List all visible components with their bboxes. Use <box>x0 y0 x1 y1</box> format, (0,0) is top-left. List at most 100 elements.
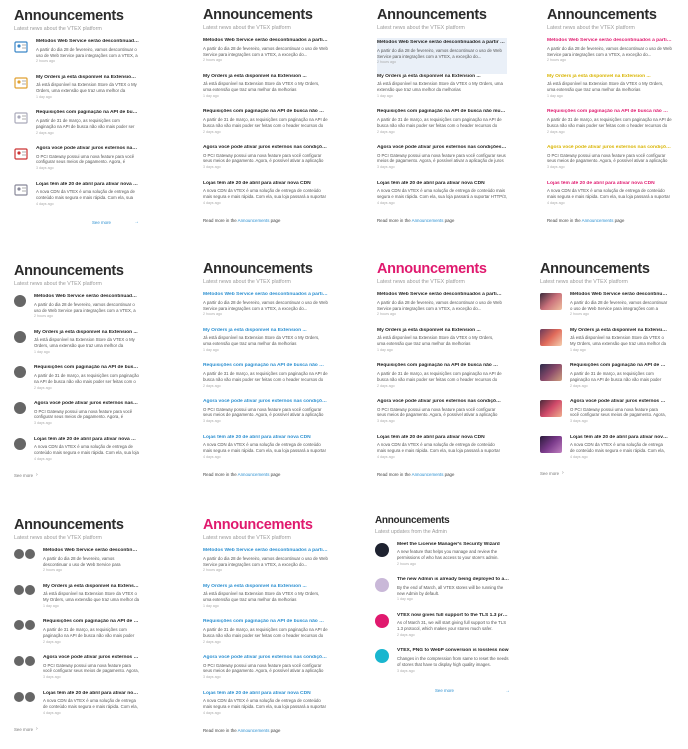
announcement-item[interactable]: Métodos Web Service serão descontinuados… <box>203 548 328 584</box>
announcement-item[interactable]: Lojas têm até 20 de abril para ativar no… <box>14 182 139 218</box>
announcement-item[interactable]: Lojas têm até 20 de abril para ativar no… <box>203 691 328 727</box>
announcement-title[interactable]: My Orders já está disponível na Extensio… <box>570 328 668 334</box>
announcement-item[interactable]: Requisições com paginação na API de busc… <box>14 365 139 401</box>
announcement-item[interactable]: My Orders já está disponível na Extensio… <box>203 584 328 620</box>
announcement-item[interactable]: Métodos Web Service serão descontinuados… <box>14 39 139 75</box>
announcement-item[interactable]: Agora você pode ativar juros externos na… <box>540 399 668 435</box>
announcement-title[interactable]: Agora você pode ativar juros externos na… <box>547 145 672 151</box>
announcement-item[interactable]: Lojas têm até 20 de abril para ativar no… <box>377 435 502 471</box>
announcement-title[interactable]: Métodos Web Service serão descontinuados… <box>36 39 139 45</box>
announcement-item[interactable]: My Orders já está disponível na Extensio… <box>203 328 328 364</box>
announcement-title[interactable]: Lojas têm até 20 de abril para ativar no… <box>547 181 672 187</box>
announcement-title[interactable]: My Orders já está disponível na Extensio… <box>547 74 672 80</box>
announcement-item[interactable]: Métodos Web Service serão descontinuados… <box>377 38 507 74</box>
announcement-title[interactable]: The new Admin is already being deployed … <box>397 577 510 583</box>
announcement-item[interactable]: My Orders já está disponível na Extensio… <box>203 74 328 110</box>
announcement-title[interactable]: Agora você pode ativar juros externos na… <box>34 401 139 407</box>
announcement-title[interactable]: Agora você pode ativar juros externos na… <box>377 145 507 151</box>
announcement-item[interactable]: Lojas têm até 20 de abril para ativar no… <box>14 691 139 727</box>
announcement-item[interactable]: Lojas têm até 20 de abril para ativar no… <box>14 437 139 473</box>
announcement-item[interactable]: Requisições com paginação na API de busc… <box>377 109 507 145</box>
announcement-item[interactable]: Requisições com paginação na API de busc… <box>203 363 328 399</box>
announcement-title[interactable]: Agora você pode ativar juros externos na… <box>203 655 328 661</box>
announcement-title[interactable]: Requisições com paginação na API de busc… <box>203 619 328 625</box>
announcement-title[interactable]: My Orders já está disponível na Extensio… <box>377 328 502 334</box>
announcement-item[interactable]: Requisições com paginação na API de busc… <box>14 619 139 655</box>
announcement-item[interactable]: Métodos Web Service serão descontinuados… <box>540 292 668 328</box>
announcement-item[interactable]: Requisições com paginação na API de busc… <box>540 363 668 399</box>
see-more-button[interactable]: See more › <box>540 470 668 476</box>
announcement-title[interactable]: Agora você pode ativar juros externos na… <box>43 655 139 661</box>
announcement-title[interactable]: Lojas têm até 20 de abril para ativar no… <box>36 182 139 188</box>
announcement-title[interactable]: Requisições com paginação na API de busc… <box>203 109 328 115</box>
see-more-button[interactable]: See more › <box>14 726 139 732</box>
announcement-title[interactable]: Requisições com paginação na API de busc… <box>547 109 672 115</box>
announcements-link[interactable]: Announcements <box>238 728 270 733</box>
announcement-title[interactable]: Métodos Web Service serão descontinuados… <box>570 292 668 298</box>
announcement-item[interactable]: Requisições com paginação na API de busc… <box>203 619 328 655</box>
announcement-item[interactable]: Lojas têm até 20 de abril para ativar no… <box>203 181 328 217</box>
announcement-item[interactable]: Requisições com paginação na API de busc… <box>14 110 139 146</box>
announcement-item[interactable]: Lojas têm até 20 de abril para ativar no… <box>377 181 507 217</box>
announcement-item[interactable]: VTEX, PNG to WebP conversion is lossless… <box>375 648 510 684</box>
announcement-item[interactable]: Agora você pode ativar juros externos na… <box>203 399 328 435</box>
announcement-title[interactable]: Meet the License Manager's Security Wiza… <box>397 542 510 548</box>
announcement-title[interactable]: Lojas têm até 20 de abril para ativar no… <box>203 691 328 697</box>
announcement-item[interactable]: My Orders já está disponível na Extensio… <box>377 74 507 110</box>
announcement-title[interactable]: Lojas têm até 20 de abril para ativar no… <box>34 437 139 443</box>
announcement-title[interactable]: Lojas têm até 20 de abril para ativar no… <box>377 435 502 441</box>
announcement-item[interactable]: Requisições com paginação na API de busc… <box>377 363 502 399</box>
announcement-item[interactable]: Lojas têm até 20 de abril para ativar no… <box>540 435 668 471</box>
announcement-item[interactable]: My Orders já está disponível na Extensio… <box>14 330 139 366</box>
announcement-title[interactable]: Requisições com paginação na API de busc… <box>570 363 668 369</box>
announcement-item[interactable]: Métodos Web Service serão descontinuados… <box>203 38 328 74</box>
see-more-button[interactable]: See more › <box>14 472 139 478</box>
announcement-item[interactable]: Métodos Web Service serão descontinuados… <box>377 292 502 328</box>
announcement-title[interactable]: Métodos Web Service serão descontinuados… <box>377 40 507 46</box>
announcement-item[interactable]: Lojas têm até 20 de abril para ativar no… <box>203 435 328 471</box>
announcement-title[interactable]: Lojas têm até 20 de abril para ativar no… <box>203 181 328 187</box>
announcement-item[interactable]: Lojas têm até 20 de abril para ativar no… <box>547 181 672 217</box>
announcement-item[interactable]: Agora você pode ativar juros externos na… <box>547 145 672 181</box>
announcement-title[interactable]: My Orders já está disponível na Extensio… <box>36 75 139 81</box>
announcement-item[interactable]: Agora você pode ativar juros externos na… <box>377 145 507 181</box>
see-more-button[interactable]: See more → <box>14 219 139 225</box>
announcement-item[interactable]: Requisições com paginação na API de busc… <box>203 109 328 145</box>
announcements-link[interactable]: Announcements <box>412 218 444 223</box>
announcement-item[interactable]: Agora você pode ativar juros externos na… <box>203 145 328 181</box>
announcements-link[interactable]: Announcements <box>412 472 444 477</box>
announcement-title[interactable]: Requisições com paginação na API de busc… <box>36 110 139 116</box>
announcement-title[interactable]: Métodos Web Service serão descontinuados… <box>203 292 328 298</box>
announcement-item[interactable]: Métodos Web Service serão descontinuados… <box>14 294 139 330</box>
announcement-item[interactable]: Agora você pode ativar juros externos na… <box>14 655 139 691</box>
announcement-title[interactable]: My Orders já está disponível na Extensio… <box>43 584 139 590</box>
announcement-item[interactable]: Agora você pode ativar juros externos na… <box>14 401 139 437</box>
announcement-title[interactable]: My Orders já está disponível na Extensio… <box>203 584 328 590</box>
announcement-item[interactable]: VTEX now gives full support to the TLS 1… <box>375 613 510 649</box>
announcement-title[interactable]: Agora você pode ativar juros externos na… <box>377 399 502 405</box>
announcement-title[interactable]: Lojas têm até 20 de abril para ativar no… <box>377 181 507 187</box>
announcement-title[interactable]: Requisições com paginação na API de busc… <box>43 619 139 625</box>
announcement-title[interactable]: Métodos Web Service serão descontinuados… <box>34 294 139 300</box>
announcement-title[interactable]: Requisições com paginação na API de busc… <box>34 365 139 371</box>
announcement-title[interactable]: My Orders já está disponível na Extensio… <box>203 74 328 80</box>
announcement-title[interactable]: Agora você pode ativar juros externos na… <box>570 399 668 405</box>
announcement-title[interactable]: Agora você pode ativar juros externos na… <box>203 399 328 405</box>
announcement-title[interactable]: Lojas têm até 20 de abril para ativar no… <box>570 435 668 441</box>
announcement-item[interactable]: Métodos Web Service serão descontinuados… <box>547 38 672 74</box>
announcement-item[interactable]: My Orders já está disponível na Extensio… <box>14 584 139 620</box>
announcement-title[interactable]: My Orders já está disponível na Extensio… <box>34 330 139 336</box>
announcement-item[interactable]: Requisições com paginação na API de busc… <box>547 109 672 145</box>
see-more-button[interactable]: See more → <box>375 688 510 694</box>
announcement-title[interactable]: Lojas têm até 20 de abril para ativar no… <box>43 691 139 697</box>
announcement-item[interactable]: My Orders já está disponível na Extensio… <box>540 328 668 364</box>
announcement-title[interactable]: My Orders já está disponível na Extensio… <box>203 328 328 334</box>
announcement-title[interactable]: Métodos Web Service serão descontinuados… <box>43 548 139 554</box>
announcement-item[interactable]: Agora você pode ativar juros externos na… <box>14 146 139 182</box>
announcement-item[interactable]: My Orders já está disponível na Extensio… <box>547 74 672 110</box>
announcement-title[interactable]: Métodos Web Service serão descontinuados… <box>203 548 328 554</box>
announcement-title[interactable]: Métodos Web Service serão descontinuados… <box>203 38 328 44</box>
announcement-title[interactable]: Requisições com paginação na API de busc… <box>377 109 507 115</box>
announcement-item[interactable]: My Orders já está disponível na Extensio… <box>377 328 502 364</box>
announcement-item[interactable]: My Orders já está disponível na Extensio… <box>14 75 139 111</box>
